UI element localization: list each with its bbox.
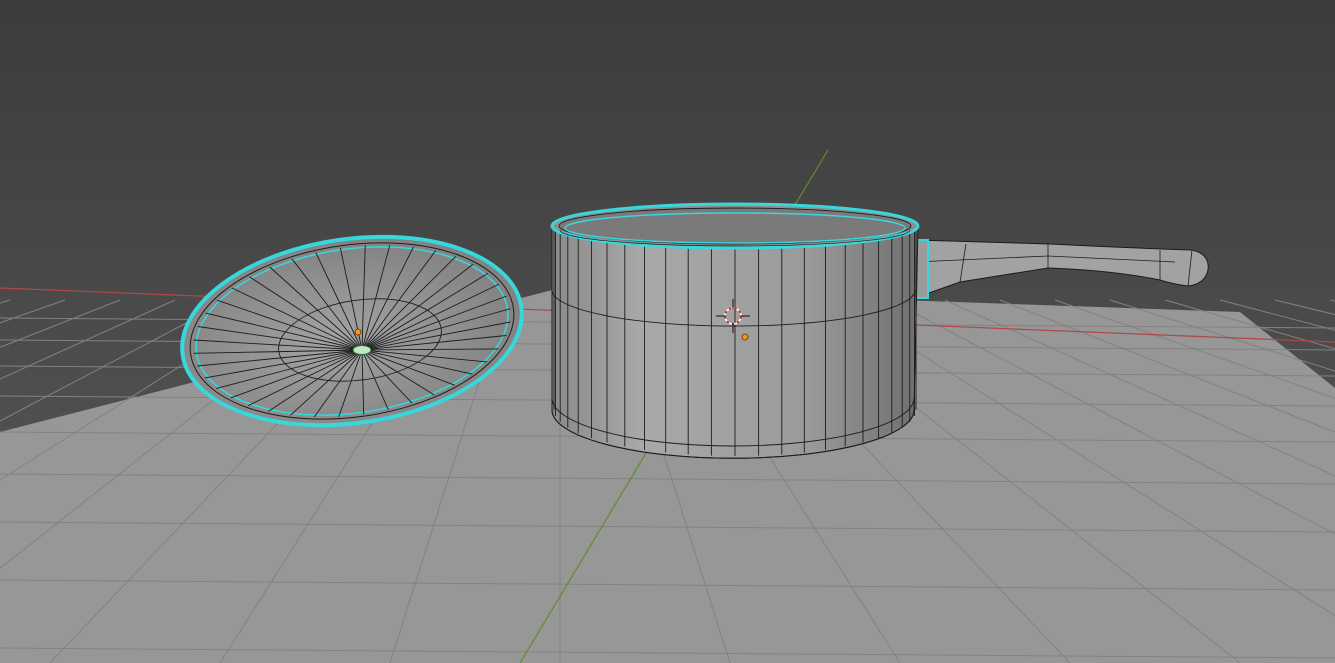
lid-origin-point-icon[interactable] <box>354 328 362 336</box>
pot-mesh[interactable] <box>550 202 920 459</box>
pot-origin-point-icon[interactable] <box>741 333 749 341</box>
viewport-canvas[interactable] <box>0 0 1335 663</box>
3d-viewport[interactable] <box>0 0 1335 663</box>
